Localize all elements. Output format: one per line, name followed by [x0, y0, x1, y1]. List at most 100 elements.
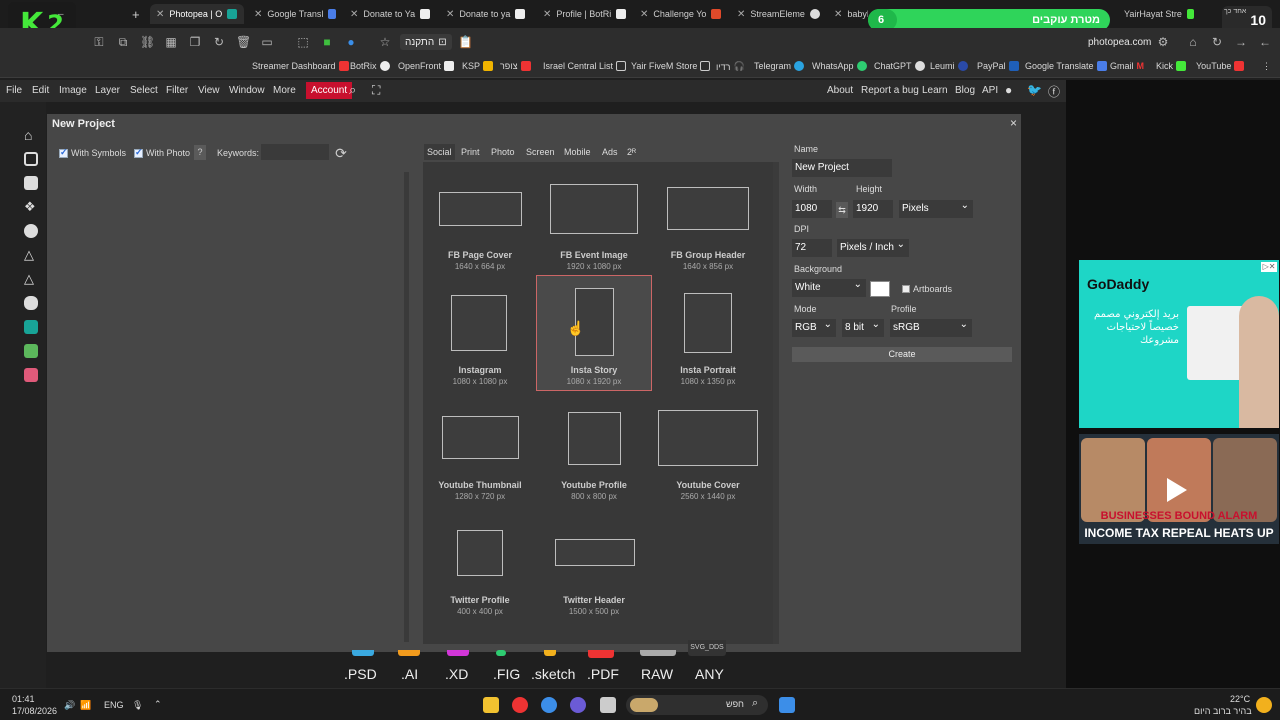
install-app-button[interactable]: התקנה ⊡ — [400, 34, 452, 50]
clock-date[interactable]: 17/08/2026 — [12, 706, 57, 716]
home-icon[interactable]: ⌂ — [1186, 35, 1200, 49]
with-symbols-checkbox[interactable]: With Symbols — [59, 147, 126, 158]
dialog-close-icon[interactable]: × — [1010, 116, 1017, 130]
menu-view[interactable]: View — [198, 85, 220, 96]
link-learn[interactable]: Learn — [922, 85, 948, 96]
grid-icon[interactable]: ▦ — [164, 35, 178, 49]
tab-babym[interactable]: ✕babyM — [834, 4, 868, 24]
template-insta-story[interactable]: Insta Story 1080 x 1920 px ☝ — [536, 275, 652, 391]
discord-icon[interactable] — [570, 697, 586, 713]
tab-donate-2[interactable]: ✕ Donate to ya — [446, 4, 534, 24]
link-icon[interactable]: ⛓ — [140, 35, 155, 49]
news-video-ad[interactable]: BUSINESSES BOUND ALARM INCOME TAX REPEAL… — [1079, 434, 1279, 544]
keywords-input[interactable] — [261, 144, 329, 160]
tab-photopea[interactable]: ✕ Photopea | O — [150, 4, 244, 24]
reddit-icon[interactable]: ● — [1005, 83, 1012, 97]
chrome-icon[interactable] — [541, 697, 557, 713]
template-instagram[interactable]: Instagram 1080 x 1080 px — [423, 276, 537, 390]
bookmark-radio[interactable]: רדיו 🎧 — [716, 61, 745, 72]
link-report-bug[interactable]: Report a bug — [861, 85, 919, 96]
tab-social[interactable]: Social — [424, 144, 455, 160]
cloud-icon[interactable] — [24, 224, 38, 238]
tab-ads[interactable]: Ads — [599, 144, 621, 160]
clock-time[interactable]: 01:41 — [12, 694, 35, 704]
taskbar-search[interactable]: חפש ⌕ — [626, 695, 768, 715]
bookmark-whatsapp[interactable]: WhatsApp — [812, 61, 867, 71]
clipboard-icon[interactable]: 📋 — [458, 35, 473, 49]
photopea-icon[interactable] — [24, 320, 38, 334]
vectorpea-icon[interactable] — [24, 344, 38, 358]
weather-description[interactable]: בהיר ברוב היום — [1194, 706, 1252, 716]
bookmark-leumi[interactable]: Leumi — [930, 61, 968, 71]
crop-icon[interactable]: ⧉ — [116, 35, 130, 49]
play-icon[interactable] — [1167, 478, 1187, 502]
template-twitter-header[interactable]: Twitter Header 1500 x 500 px — [537, 504, 651, 618]
menu-filter[interactable]: Filter — [166, 85, 188, 96]
left-panel-scrollbar[interactable] — [404, 172, 409, 642]
twitter-icon[interactable]: 🐦 — [1027, 83, 1042, 97]
drive-icon[interactable] — [24, 176, 38, 190]
tab-more[interactable]: 2ᴿ — [624, 144, 639, 160]
checkbox-checked-icon[interactable] — [59, 147, 68, 158]
menu-file[interactable]: File — [6, 85, 22, 96]
bookmark-israel-central-list[interactable]: Israel Central List — [543, 61, 627, 71]
with-photo-checkbox[interactable]: With Photo — [134, 147, 190, 158]
template-youtube-thumbnail[interactable]: Youtube Thumbnail 1280 x 720 px — [423, 390, 537, 504]
swap-dimensions-icon[interactable]: ⇆ — [836, 202, 848, 218]
home-icon[interactable]: ⌂ — [24, 128, 38, 142]
link-api[interactable]: API — [982, 85, 998, 96]
godaddy-ad[interactable]: ▷✕ GoDaddy بريد إلكتروني مصمم خصيصاً لاح… — [1079, 260, 1279, 428]
weather-icon[interactable] — [1256, 697, 1272, 713]
bit-depth-select[interactable]: 8 bit — [842, 316, 884, 337]
bookmark-telegram[interactable]: Telegram — [754, 61, 805, 71]
tab-mobile[interactable]: Mobile — [561, 144, 594, 160]
menu-image[interactable]: Image — [59, 85, 87, 96]
checkbox-checked-icon[interactable] — [134, 147, 143, 158]
app-icon-red[interactable] — [512, 697, 528, 713]
tab-print[interactable]: Print — [458, 144, 483, 160]
close-icon[interactable]: ✕ — [156, 9, 164, 20]
width-input[interactable]: 1080 — [792, 200, 832, 218]
minimize-glyph[interactable]: – — [58, 4, 64, 24]
menu-window[interactable]: Window — [229, 85, 265, 96]
google-drive-icon[interactable]: △ — [24, 248, 38, 262]
profile-select[interactable]: sRGB — [890, 316, 972, 337]
bookmark-gmail[interactable]: Gmail M — [1110, 61, 1144, 71]
ad-choices-icon[interactable]: ▷✕ — [1261, 262, 1277, 272]
extension-icon[interactable]: ⬚ — [296, 35, 310, 49]
artboards-checkbox[interactable] — [902, 285, 910, 293]
menu-more[interactable]: More — [273, 85, 296, 96]
star-icon[interactable]: ☆ — [378, 35, 392, 49]
bookmark-yair-fivem[interactable]: Yair FiveM Store — [631, 61, 711, 71]
mode-select[interactable]: RGB — [792, 316, 836, 337]
tray-expand-icon[interactable]: ⌃ — [154, 699, 162, 710]
bookmark-streamer-dashboard[interactable]: Streamer Dashboard — [252, 61, 349, 71]
background-color-swatch[interactable] — [870, 281, 890, 297]
address-bar-url[interactable]: photopea.com — [1088, 37, 1151, 48]
new-tab-button[interactable]: + — [132, 4, 140, 24]
bookmark-youtube[interactable]: YouTube — [1196, 61, 1245, 71]
reload-icon[interactable]: ↻ — [1210, 35, 1224, 49]
template-insta-portrait[interactable]: Insta Portrait 1080 x 1350 px — [651, 276, 765, 390]
bookmark-paypal[interactable]: PayPal — [977, 61, 1019, 71]
wifi-icon[interactable]: 📶 — [80, 700, 91, 711]
tab-yairhayat[interactable]: YairHayat Stre — [1124, 4, 1194, 24]
monitor-icon[interactable] — [24, 152, 38, 166]
dpi-units-select[interactable]: Pixels / Inch — [837, 236, 909, 257]
link-blog[interactable]: Blog — [955, 85, 975, 96]
tab-streamelements[interactable]: ✕ StreamEleme — [737, 4, 823, 24]
height-input[interactable]: 1920 — [853, 200, 893, 218]
template-youtube-profile[interactable]: Youtube Profile 800 x 800 px — [537, 390, 651, 504]
units-select[interactable]: Pixels — [899, 197, 973, 218]
microphone-icon[interactable]: 🎙 — [132, 700, 143, 711]
gamepad-icon[interactable] — [24, 296, 38, 310]
language-indicator[interactable]: ENG — [104, 700, 124, 710]
google-drive-alt-icon[interactable]: △ — [24, 272, 38, 286]
dpi-input[interactable]: 72 — [792, 239, 832, 257]
link-about[interactable]: About — [827, 85, 853, 96]
green-extension-icon[interactable]: ■ — [320, 35, 334, 49]
weather-temperature[interactable]: 22°C — [1230, 694, 1250, 704]
facebook-icon[interactable]: ⓕ — [1048, 83, 1060, 100]
template-youtube-cover[interactable]: Youtube Cover 2560 x 1440 px — [651, 390, 765, 504]
back-icon[interactable]: ← — [1258, 35, 1272, 49]
